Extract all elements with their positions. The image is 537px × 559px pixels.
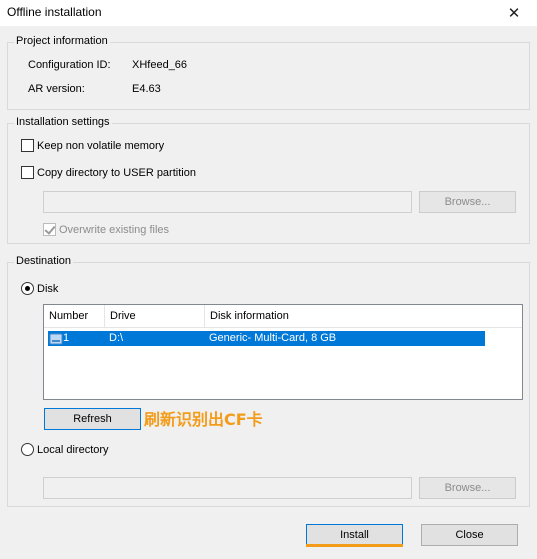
drive-icon [49, 332, 63, 345]
disk-list[interactable]: Number Drive Disk information 1 D:\ Gene… [43, 304, 523, 400]
browse-button-local-directory: Browse... [419, 477, 516, 499]
configuration-id-label: Configuration ID: [28, 59, 111, 71]
destination-group: Destination Disk Number Drive Disk infor… [7, 255, 530, 507]
installation-settings-group: Installation settings Keep non volatile … [7, 116, 530, 244]
column-header-drive[interactable]: Drive [105, 305, 205, 328]
copy-dir-checkbox[interactable] [21, 166, 34, 179]
copy-dir-checkbox-row[interactable]: Copy directory to USER partition [21, 166, 196, 179]
destination-legend: Destination [14, 255, 74, 267]
install-highlight-underline [306, 544, 403, 547]
keep-nvm-checkbox-row[interactable]: Keep non volatile memory [21, 139, 164, 152]
project-information-group: Project information Configuration ID: XH… [7, 35, 530, 110]
copy-dir-label: Copy directory to USER partition [37, 166, 196, 179]
local-directory-path-input [43, 477, 412, 499]
local-directory-radio[interactable] [21, 443, 34, 456]
installation-settings-legend: Installation settings [14, 116, 112, 128]
row-number: 1 [63, 332, 70, 344]
local-directory-radio-row[interactable]: Local directory [21, 443, 109, 456]
browse-button-user-partition: Browse... [419, 191, 516, 213]
table-row[interactable]: 1 D:\ Generic- Multi-Card, 8 GB [48, 331, 485, 346]
refresh-button[interactable]: Refresh [44, 408, 141, 430]
disk-radio[interactable] [21, 282, 34, 295]
configuration-id-value: XHfeed_66 [132, 59, 188, 71]
disk-list-header: Number Drive Disk information [44, 305, 522, 328]
disk-radio-row[interactable]: Disk [21, 282, 58, 295]
row-drive-cell: D:\ [109, 332, 124, 344]
keep-nvm-checkbox[interactable] [21, 139, 34, 152]
column-header-disk-information[interactable]: Disk information [205, 305, 522, 328]
row-number-cell: 1 [48, 331, 105, 346]
row-disk-information-cell: Generic- Multi-Card, 8 GB [209, 332, 337, 344]
project-information-legend: Project information [14, 35, 110, 47]
close-icon[interactable]: ✕ [491, 0, 537, 26]
close-button[interactable]: Close [421, 524, 518, 546]
disk-radio-label: Disk [37, 282, 59, 295]
user-partition-path-input [43, 191, 412, 213]
install-button[interactable]: Install [306, 524, 403, 546]
local-directory-label: Local directory [37, 443, 109, 456]
overwrite-checkbox-row: Overwrite existing files [43, 223, 169, 236]
window-title: Offline installation [7, 5, 102, 19]
ar-version-value: E4.63 [132, 83, 161, 95]
keep-nvm-label: Keep non volatile memory [37, 139, 165, 152]
column-header-number[interactable]: Number [44, 305, 105, 328]
ar-version-label: AR version: [28, 83, 85, 95]
title-bar: Offline installation ✕ [0, 0, 537, 26]
refresh-annotation: 刷新识别出CF卡 [144, 410, 263, 429]
overwrite-checkbox [43, 223, 56, 236]
offline-installation-dialog: Offline installation ✕ Project informati… [0, 0, 537, 559]
overwrite-label: Overwrite existing files [59, 223, 170, 236]
